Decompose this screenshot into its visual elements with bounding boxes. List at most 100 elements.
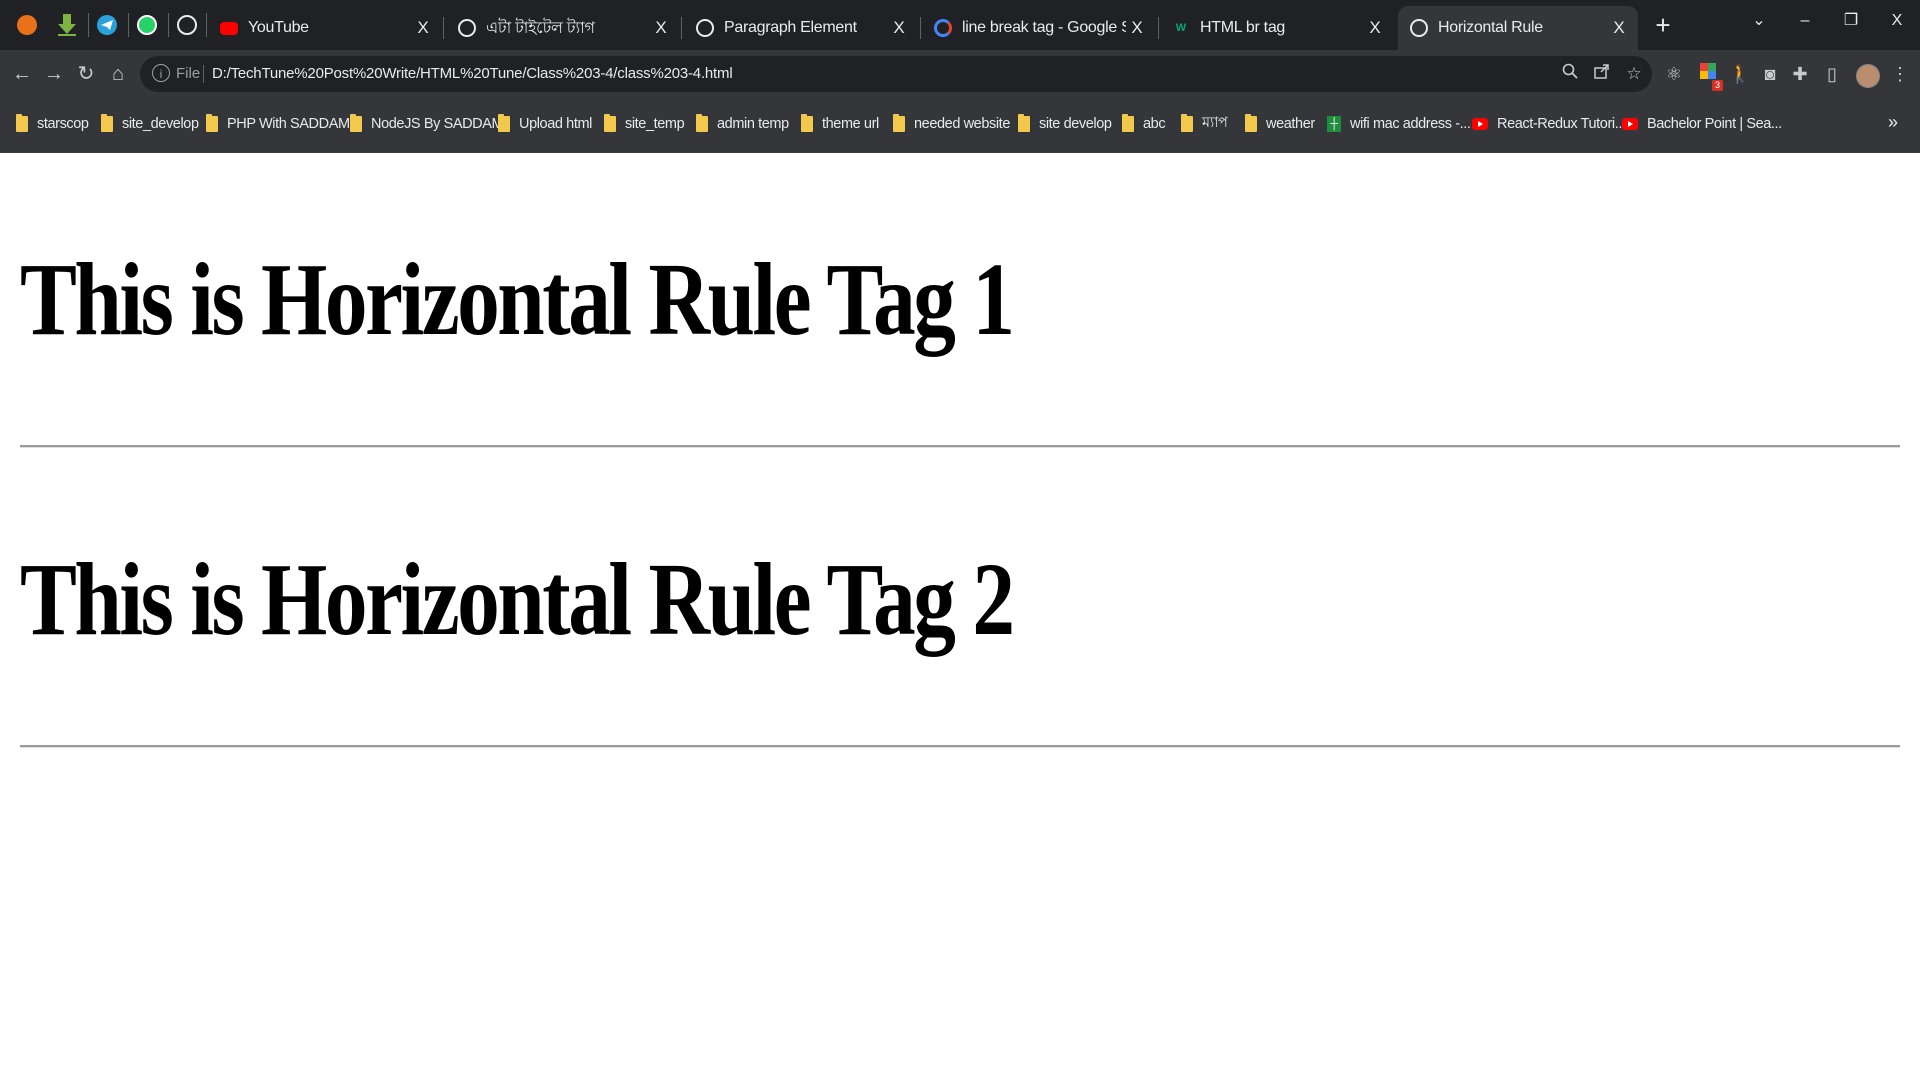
extension-icon [17, 15, 37, 35]
whatsapp-icon [137, 15, 157, 35]
tab-label: line break tag - Google Search [962, 19, 1126, 36]
tab-label: Horizontal Rule [1438, 19, 1543, 36]
profile-avatar[interactable] [1856, 64, 1880, 88]
folder-icon [696, 114, 708, 132]
page-content: This is Horizontal Rule Tag 1 This is Ho… [0, 153, 1920, 1080]
tab-close-button[interactable]: X [888, 18, 910, 38]
bookmark-theme-url[interactable]: theme url [801, 113, 879, 135]
pinned-tab-5[interactable] [172, 10, 202, 40]
youtube-icon [1622, 118, 1638, 130]
w3schools-icon: W [1175, 22, 1187, 34]
restore-button[interactable]: ❐ [1828, 8, 1874, 34]
home-button[interactable]: ⌂ [104, 60, 132, 88]
new-tab-button[interactable]: + [1648, 10, 1678, 40]
side-panel-icon[interactable]: ▯ [1818, 60, 1846, 88]
download-icon [58, 14, 76, 36]
pinned-tab-3[interactable] [92, 10, 122, 40]
globe-icon [458, 19, 476, 37]
zoom-icon[interactable] [1558, 62, 1582, 86]
globe-icon [1410, 19, 1428, 37]
forward-button[interactable]: → [40, 60, 68, 88]
bookmark-upload-html[interactable]: Upload html [498, 113, 592, 135]
tab-close-button[interactable]: X [650, 18, 672, 38]
tab-html-br-tag[interactable]: W HTML br tag X [1160, 6, 1394, 50]
tab-close-button[interactable]: X [1126, 18, 1148, 38]
youtube-icon [220, 21, 238, 35]
youtube-icon [1472, 118, 1488, 130]
bookmark-label: wifi mac address -... [1350, 116, 1471, 132]
folder-icon [1181, 114, 1193, 132]
tab-search-button[interactable]: ⌄ [1736, 8, 1782, 34]
tab-close-button[interactable]: X [412, 18, 434, 38]
bookmark-site-temp[interactable]: site_temp [604, 113, 685, 135]
reload-button[interactable]: ↻ [72, 60, 100, 88]
bookmarks-overflow-button[interactable]: » [1888, 112, 1898, 133]
tab-horizontal-rule[interactable]: Horizontal Rule X [1398, 6, 1638, 50]
walking-extension-icon[interactable]: 🚶 [1726, 60, 1754, 88]
pinned-tab-1[interactable] [12, 10, 42, 40]
folder-icon [350, 114, 362, 132]
bookmark-weather[interactable]: weather [1245, 113, 1315, 135]
extensions-puzzle-icon[interactable]: ✚ [1786, 60, 1814, 88]
tab-google-search[interactable]: line break tag - Google Search X [922, 6, 1156, 50]
tab-youtube[interactable]: YouTube X [208, 6, 442, 50]
folder-icon [1122, 114, 1134, 132]
folder-icon [1018, 114, 1030, 132]
pinned-tab-4[interactable] [132, 10, 162, 40]
scheme-label: File [176, 65, 201, 82]
tab-label: HTML br tag [1200, 19, 1286, 36]
bookmark-star-icon[interactable]: ☆ [1622, 62, 1646, 86]
bookmark-react-redux[interactable]: React-Redux Tutori... [1472, 113, 1626, 135]
folder-icon [498, 114, 510, 132]
address-bar[interactable]: i File D:/TechTune%20Post%20Write/HTML%2… [140, 56, 1652, 92]
bookmark-label: ম্যাপ [1202, 115, 1228, 131]
globe-icon [696, 19, 714, 37]
horizontal-rule-1 [20, 445, 1900, 448]
bookmark-label: Upload html [519, 116, 592, 132]
bookmark-starscop[interactable]: starscop [16, 113, 89, 135]
bookmark-nodejs-by-saddam[interactable]: NodeJS By SADDAM [350, 113, 504, 135]
bookmark-label: admin temp [717, 116, 789, 132]
bookmark-site-develop-2[interactable]: site develop [1018, 113, 1112, 135]
bookmarks-bar: starscop site_develop PHP With SADDAM No… [0, 98, 1920, 153]
heading-1: This is Horizontal Rule Tag 1 [20, 242, 1015, 357]
bookmark-label: abc [1143, 116, 1166, 132]
url-text[interactable]: D:/TechTune%20Post%20Write/HTML%20Tune/C… [212, 65, 733, 82]
pinned-tab-2[interactable] [52, 10, 82, 40]
bookmark-map[interactable]: ম্যাপ [1181, 113, 1228, 135]
folder-icon [1245, 114, 1257, 132]
google-icon [934, 19, 952, 37]
folder-icon [16, 114, 28, 132]
bookmark-admin-temp[interactable]: admin temp [696, 113, 789, 135]
react-devtools-icon[interactable]: ⚛ [1660, 60, 1688, 88]
bookmark-label: site_develop [122, 116, 199, 132]
share-icon[interactable] [1590, 62, 1614, 86]
folder-icon [206, 114, 218, 132]
bookmark-label: React-Redux Tutori... [1497, 116, 1626, 132]
extension-badge: 3 [1712, 80, 1723, 91]
folder-icon [893, 114, 905, 132]
globe-icon [177, 15, 197, 35]
tab-close-button[interactable]: X [1364, 18, 1386, 38]
tab-label: এটা টাইটেল ট্যাগ [486, 19, 595, 37]
site-info-icon[interactable]: i [152, 64, 170, 82]
bookmark-label: PHP With SADDAM [227, 116, 350, 132]
bookmark-wifi-mac-address[interactable]: ┼ wifi mac address -... [1327, 113, 1471, 135]
bookmark-label: needed website [914, 116, 1010, 132]
bookmark-site-develop[interactable]: site_develop [101, 113, 199, 135]
folder-icon [801, 114, 813, 132]
menu-icon[interactable]: ⋮ [1886, 60, 1914, 88]
bookmark-needed-website[interactable]: needed website [893, 113, 1010, 135]
back-button[interactable]: ← [8, 60, 36, 88]
bookmark-php-with-saddam[interactable]: PHP With SADDAM [206, 113, 350, 135]
tab-title-tag[interactable]: এটা টাইটেল ট্যাগ X [446, 6, 680, 50]
close-window-button[interactable]: X [1874, 8, 1920, 34]
camera-extension-icon[interactable]: ◙ [1756, 60, 1784, 88]
minimize-button[interactable]: – [1782, 8, 1828, 34]
bookmark-abc[interactable]: abc [1122, 113, 1166, 135]
bookmark-bachelor-point[interactable]: Bachelor Point | Sea... [1622, 113, 1782, 135]
tab-paragraph-element[interactable]: Paragraph Element X [684, 6, 918, 50]
green-bookmark-icon: ┼ [1327, 116, 1341, 132]
tab-label: Paragraph Element [724, 19, 857, 36]
tab-close-button[interactable]: X [1608, 18, 1630, 38]
